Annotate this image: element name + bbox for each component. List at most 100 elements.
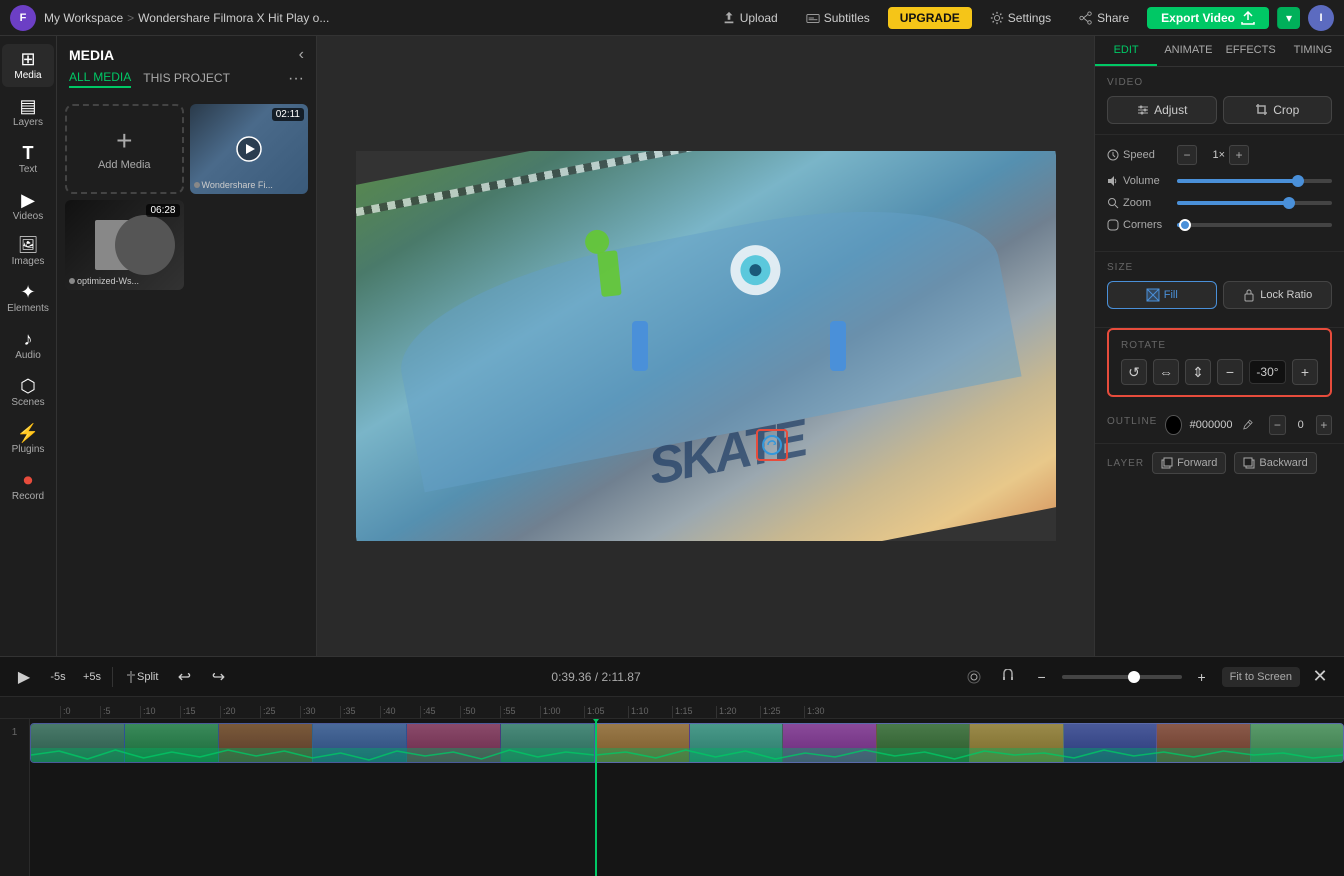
track-segment-left[interactable] bbox=[30, 723, 595, 763]
backward-button[interactable]: Backward bbox=[1234, 452, 1316, 474]
media-item-1[interactable]: 02:11 Wondershare Fi... bbox=[190, 104, 309, 194]
media-collapse-button[interactable]: ‹ bbox=[299, 46, 304, 64]
export-button[interactable]: Export Video bbox=[1147, 7, 1269, 29]
split-button[interactable]: Split bbox=[119, 663, 164, 691]
sidebar-item-plugins[interactable]: ⚡ Plugins bbox=[2, 418, 54, 461]
sidebar-item-record[interactable]: ⏺ Record bbox=[2, 465, 54, 508]
timeline-area: ▶ -5s +5s Split ↩ ↪ 0:39.36 / 2:11.87 − … bbox=[0, 656, 1344, 876]
timeline-tool-1[interactable] bbox=[960, 663, 988, 691]
layer-title: LAYER bbox=[1107, 458, 1144, 469]
sidebar-item-media[interactable]: ⊞ Media bbox=[2, 44, 54, 87]
sidebar-item-elements[interactable]: ✦ Elements bbox=[2, 277, 54, 320]
ruler-mark-120: 1:20 bbox=[716, 706, 760, 718]
rewind-5s-button[interactable]: -5s bbox=[44, 663, 72, 691]
volume-icon bbox=[1107, 175, 1119, 187]
sidebar-label-plugins: Plugins bbox=[12, 444, 45, 455]
export-dropdown-button[interactable]: ▾ bbox=[1277, 7, 1300, 29]
redo-button[interactable]: ↪ bbox=[204, 663, 232, 691]
media-duration-1: 02:11 bbox=[272, 108, 304, 121]
ruler-mark-25: :25 bbox=[260, 706, 300, 718]
track-segment-right[interactable] bbox=[595, 723, 1344, 763]
rotate-counterclockwise-button[interactable]: ↺ bbox=[1121, 359, 1147, 385]
sidebar-item-audio[interactable]: ♪ Audio bbox=[2, 324, 54, 367]
rotate-increase-button[interactable]: + bbox=[1292, 359, 1318, 385]
flip-horizontal-button[interactable]: ⇔ bbox=[1153, 359, 1179, 385]
outline-increase-button[interactable]: + bbox=[1316, 415, 1332, 435]
size-buttons: Fill Lock Ratio bbox=[1107, 281, 1332, 309]
sidebar-item-layers[interactable]: ▤ Layers bbox=[2, 91, 54, 134]
sidebar-label-text: Text bbox=[19, 164, 37, 175]
playhead[interactable] bbox=[595, 719, 597, 876]
plugins-icon: ⚡ bbox=[17, 424, 39, 442]
center-rotation-handle[interactable] bbox=[756, 429, 788, 461]
corners-slider[interactable] bbox=[1177, 223, 1332, 227]
left-canvas-handle[interactable] bbox=[632, 321, 648, 371]
canvas-area: SKATE FOOL bbox=[317, 36, 1094, 656]
zoom-slider[interactable] bbox=[1177, 201, 1332, 205]
tab-timing[interactable]: TIMING bbox=[1282, 36, 1344, 66]
subtitles-button[interactable]: Subtitles bbox=[796, 7, 880, 29]
layer-section: LAYER Forward Backward bbox=[1095, 444, 1344, 482]
export-icon bbox=[1241, 11, 1255, 25]
zoom-out-button[interactable]: − bbox=[1028, 663, 1056, 691]
tab-all-media[interactable]: ALL MEDIA bbox=[69, 70, 131, 88]
media-more-button[interactable]: ··· bbox=[288, 70, 304, 88]
close-timeline-button[interactable]: ✕ bbox=[1306, 663, 1334, 691]
adjust-icon bbox=[1136, 103, 1150, 117]
rotate-decrease-button[interactable]: − bbox=[1217, 359, 1243, 385]
zoom-track[interactable] bbox=[1062, 675, 1182, 679]
elements-icon: ✦ bbox=[20, 283, 35, 301]
lock-ratio-button[interactable]: Lock Ratio bbox=[1223, 281, 1333, 309]
play-button[interactable]: ▶ bbox=[10, 663, 38, 691]
ruler-mark-110: 1:10 bbox=[628, 706, 672, 718]
volume-slider[interactable] bbox=[1177, 179, 1332, 183]
speed-increase-button[interactable]: + bbox=[1229, 145, 1249, 165]
speed-decrease-button[interactable]: − bbox=[1177, 145, 1197, 165]
adjust-button[interactable]: Adjust bbox=[1107, 96, 1217, 124]
ruler-mark-5: :5 bbox=[100, 706, 140, 718]
outline-decrease-button[interactable]: − bbox=[1269, 415, 1285, 435]
zoom-control[interactable] bbox=[1177, 201, 1332, 205]
avatar[interactable]: I bbox=[1308, 5, 1334, 31]
tab-this-project[interactable]: THIS PROJECT bbox=[143, 71, 230, 87]
subtitles-icon bbox=[806, 11, 820, 25]
app-logo: F bbox=[10, 5, 36, 31]
eyedropper-icon[interactable] bbox=[1241, 417, 1254, 433]
right-canvas-handle[interactable] bbox=[830, 321, 846, 371]
share-button[interactable]: Share bbox=[1069, 7, 1139, 29]
volume-control[interactable] bbox=[1177, 179, 1332, 183]
zoom-row: Zoom bbox=[1107, 197, 1332, 209]
fit-to-screen-button[interactable]: Fit to Screen bbox=[1222, 667, 1300, 687]
zoom-thumb[interactable] bbox=[1128, 671, 1140, 683]
flip-vertical-button[interactable]: ⇕ bbox=[1185, 359, 1211, 385]
corners-control[interactable] bbox=[1177, 223, 1332, 227]
tab-effects[interactable]: EFFECTS bbox=[1220, 36, 1282, 66]
sidebar-item-scenes[interactable]: ⬡ Scenes bbox=[2, 371, 54, 414]
sidebar-label-media: Media bbox=[14, 70, 41, 81]
undo-button[interactable]: ↩ bbox=[170, 663, 198, 691]
layers-icon: ▤ bbox=[19, 97, 36, 115]
settings-button[interactable]: Settings bbox=[980, 7, 1061, 29]
tab-animate[interactable]: ANIMATE bbox=[1157, 36, 1219, 66]
sidebar-item-text[interactable]: T Text bbox=[2, 138, 54, 181]
rotate-handle-icon bbox=[766, 439, 778, 451]
zoom-in-button[interactable]: + bbox=[1188, 663, 1216, 691]
sidebar-item-images[interactable]: 🖼 Images bbox=[2, 232, 54, 273]
media-item-2[interactable]: 06:28 optimized-Ws... bbox=[65, 200, 184, 290]
upload-button[interactable]: Upload bbox=[712, 7, 788, 29]
sidebar-item-videos[interactable]: ▶ Videos bbox=[2, 185, 54, 228]
workspace-link[interactable]: My Workspace bbox=[44, 11, 123, 25]
add-media-button[interactable]: + Add Media bbox=[65, 104, 184, 194]
zoom-label: Zoom bbox=[1107, 197, 1177, 209]
timeline-controls: ▶ -5s +5s Split ↩ ↪ 0:39.36 / 2:11.87 − … bbox=[0, 657, 1344, 697]
timeline-tool-2[interactable] bbox=[994, 663, 1022, 691]
tab-edit[interactable]: EDIT bbox=[1095, 36, 1157, 66]
forward-button[interactable]: Forward bbox=[1152, 452, 1226, 474]
outline-color-swatch[interactable] bbox=[1165, 415, 1181, 435]
outline-color-value: #000000 bbox=[1190, 419, 1233, 431]
speed-row: Speed − 1× + bbox=[1107, 145, 1332, 165]
fill-button[interactable]: Fill bbox=[1107, 281, 1217, 309]
crop-button[interactable]: Crop bbox=[1223, 96, 1333, 124]
upgrade-button[interactable]: UPGRADE bbox=[888, 7, 972, 29]
forward-5s-button[interactable]: +5s bbox=[78, 663, 106, 691]
